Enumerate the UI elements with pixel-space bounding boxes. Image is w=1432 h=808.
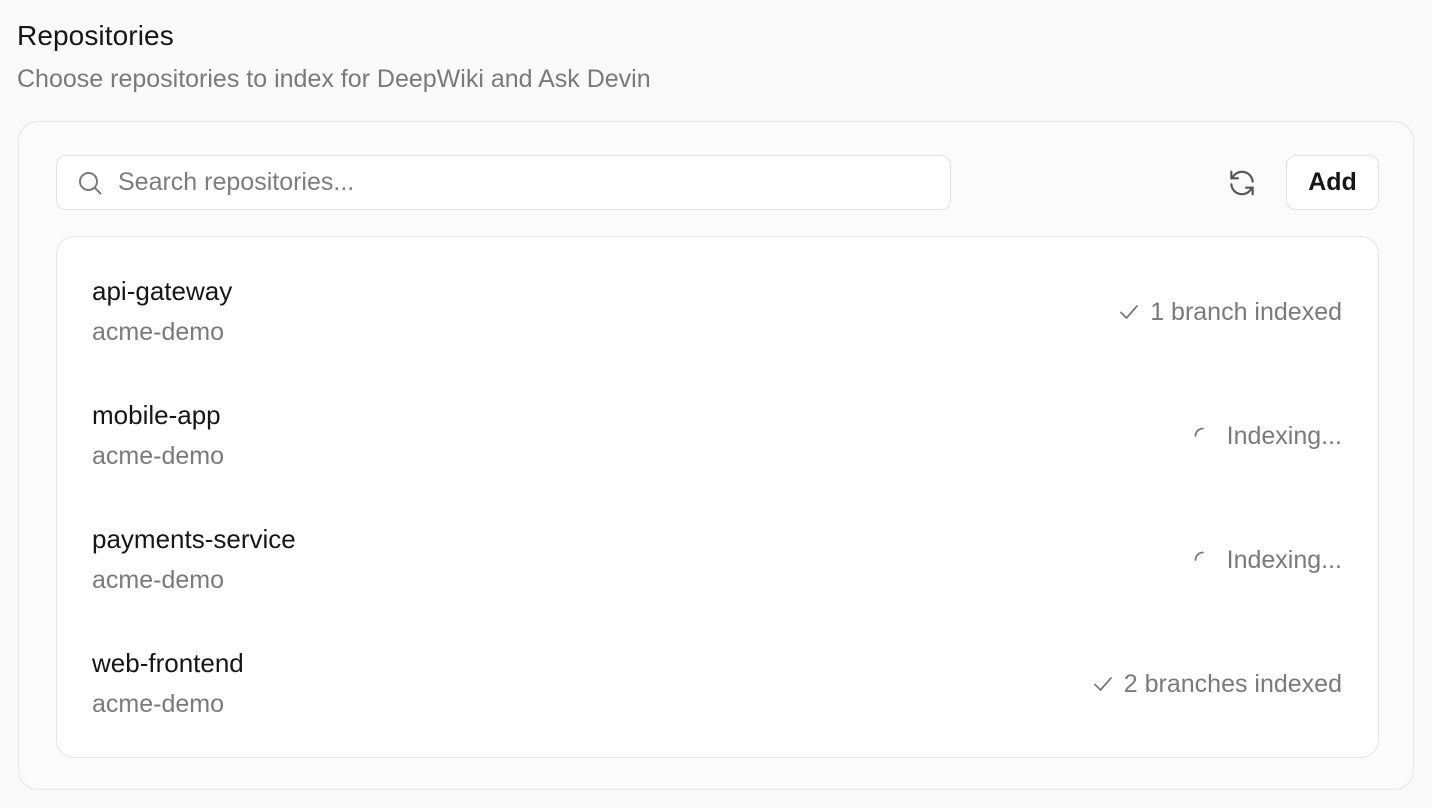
repository-owner: acme-demo xyxy=(92,318,224,346)
spinner-icon xyxy=(1191,548,1215,572)
repository-name: web-frontend xyxy=(92,648,244,678)
refresh-button[interactable] xyxy=(1221,162,1263,204)
repository-name: api-gateway xyxy=(92,276,233,306)
add-button[interactable]: Add xyxy=(1286,155,1379,210)
spinner-icon xyxy=(1191,424,1215,448)
repository-status-text: Indexing... xyxy=(1226,422,1342,450)
repository-owner: acme-demo xyxy=(92,690,224,718)
repositories-card: Add api-gateway acme-demo 1 branch index… xyxy=(18,121,1414,790)
section-subtitle: Choose repositories to index for DeepWik… xyxy=(17,65,651,93)
repository-name: mobile-app xyxy=(92,400,221,430)
repository-status: 1 branch indexed xyxy=(1117,295,1342,329)
check-icon xyxy=(1117,300,1141,324)
repository-list: api-gateway acme-demo 1 branch indexed m… xyxy=(56,236,1379,758)
check-icon xyxy=(1091,672,1115,696)
section-title: Repositories xyxy=(17,20,174,51)
repository-status-text: Indexing... xyxy=(1226,546,1342,574)
search-box[interactable] xyxy=(56,155,951,210)
repositories-settings-page: Repositories Choose repositories to inde… xyxy=(0,0,1432,808)
search-input[interactable] xyxy=(118,156,950,209)
repository-status-text: 2 branches indexed xyxy=(1123,670,1342,698)
repository-status-text: 1 branch indexed xyxy=(1150,298,1342,326)
repository-row-web-frontend[interactable]: web-frontend acme-demo 2 branches indexe… xyxy=(57,626,1378,750)
search-icon xyxy=(77,170,103,196)
repository-name: payments-service xyxy=(92,524,296,554)
repository-row-mobile-app[interactable]: mobile-app acme-demo Indexing... xyxy=(57,378,1378,502)
refresh-icon xyxy=(1226,167,1258,199)
repository-owner: acme-demo xyxy=(92,566,224,594)
repository-status: 2 branches indexed xyxy=(1091,667,1342,701)
repository-row-payments-service[interactable]: payments-service acme-demo Indexing... xyxy=(57,502,1378,626)
repository-owner: acme-demo xyxy=(92,442,224,470)
repository-status: Indexing... xyxy=(1191,419,1342,453)
repository-row-api-gateway[interactable]: api-gateway acme-demo 1 branch indexed xyxy=(57,254,1378,378)
repository-status: Indexing... xyxy=(1191,543,1342,577)
